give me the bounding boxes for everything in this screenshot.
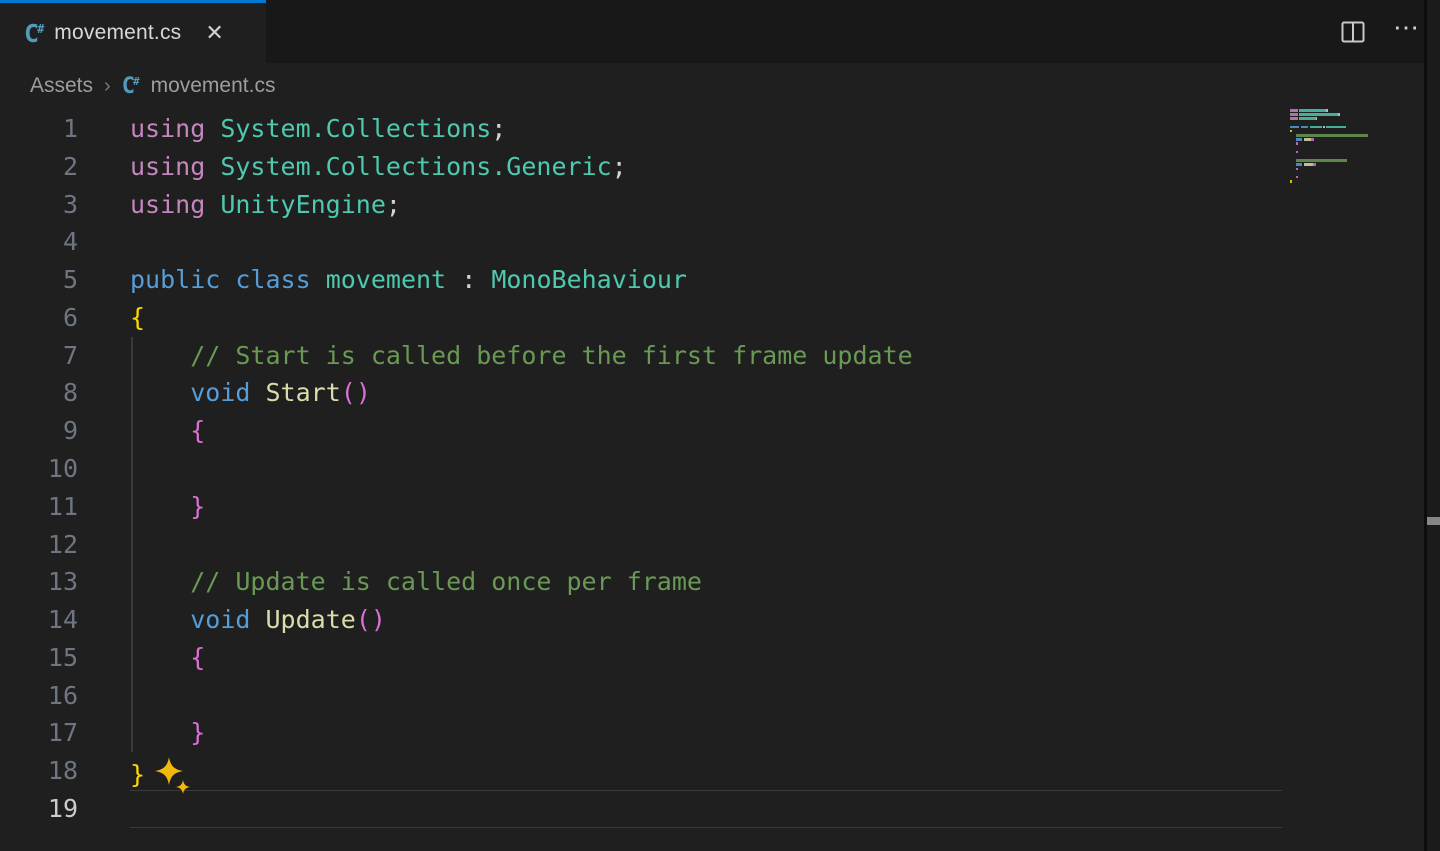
line-number: 10 [47,454,78,484]
minimap-line [1303,138,1311,141]
tab-close-icon[interactable]: ✕ [205,22,223,44]
code-line-text: { [190,416,206,446]
minimap-line [1299,113,1338,116]
code-line[interactable]: 3 using UnityEngine; [0,186,1424,224]
breadcrumb-folder[interactable]: Assets [30,74,93,98]
line-number: 11 [47,491,78,521]
minimap-line [1290,180,1292,183]
line-number: 18 [47,756,78,786]
code-line-text: void Start() [190,378,371,408]
line-number: 5 [62,265,78,295]
line-number: 1 [62,114,78,143]
minimap-line [1312,163,1316,166]
minimap-line [1299,117,1316,120]
line-number: 16 [47,680,78,710]
minimap-line [1296,150,1298,154]
code-line-text: // Start is called before the first fram… [190,340,913,370]
minimap-line [1299,109,1326,112]
minimap-line [1290,109,1298,112]
right-panel-edge [1427,0,1440,851]
code-line-text: using UnityEngine; [130,189,401,219]
minimap-line [1300,125,1308,129]
line-number: 6 [62,302,78,332]
tab-movement-cs[interactable]: C# movement.cs ✕ [0,0,266,63]
minimap-line [1323,125,1325,129]
code-line[interactable]: 8 void Start() [0,374,1424,412]
split-editor-icon[interactable] [1339,18,1367,46]
minimap-line [1290,117,1298,120]
code-line[interactable]: 18} [0,752,1424,795]
line-number: 9 [62,416,78,446]
code-line-text: { [130,302,146,332]
code-line-text: // Update is called once per frame [190,567,702,597]
code-line[interactable]: 14 void Update() [0,601,1424,639]
more-actions-icon[interactable]: ⋯ [1393,14,1422,40]
code-line[interactable]: 11 } [0,488,1424,526]
code-line[interactable]: 19 [0,790,1424,828]
minimap[interactable] [1290,109,1410,199]
minimap-line [1290,125,1299,129]
minimap-line [1296,159,1347,162]
line-number: 4 [62,227,78,257]
minimap-line [1296,175,1298,179]
minimap-line [1296,138,1302,141]
line-number: 13 [47,567,78,597]
chevron-right-icon: › [104,74,111,97]
minimap-line [1296,142,1298,146]
breadcrumb: Assets › C# movement.cs [30,63,275,109]
line-number: 15 [47,642,78,672]
code-line-text: } [190,491,206,521]
code-line[interactable]: 9 { [0,412,1424,450]
tab-bar: C# movement.cs ✕ ⋯ [0,0,1440,63]
minimap-line [1326,109,1328,112]
code-line[interactable]: 2 using System.Collections.Generic; [0,148,1424,186]
minimap-line [1296,134,1368,137]
line-number: 14 [47,605,78,635]
minimap-line [1303,163,1313,166]
code-line[interactable]: 7 // Start is called before the first fr… [0,337,1424,375]
minimap-line [1290,129,1292,133]
editor-actions: ⋯ [1339,0,1422,63]
csharp-file-icon: C# [121,73,140,99]
scrollbar-thumb[interactable] [1427,517,1440,525]
minimap-line [1326,125,1346,129]
code-line[interactable]: 10 [0,450,1424,488]
code-line[interactable]: 17 } [0,714,1424,752]
breadcrumb-file[interactable]: movement.cs [151,74,276,98]
code-line[interactable]: 5 public class movement : MonoBehaviour [0,261,1424,299]
code-line[interactable]: 13 // Update is called once per frame [0,563,1424,601]
code-editor[interactable]: 1 using System.Collections; 2 using System.… [0,110,1424,851]
code-line-text: using System.Collections; [130,114,507,143]
line-number: 8 [62,378,78,408]
code-line-text: } [190,718,206,748]
minimap-line [1338,113,1340,116]
code-line-text: public class movement : MonoBehaviour [130,265,687,295]
line-number: 3 [62,189,78,219]
line-number: 12 [47,529,78,559]
code-line[interactable]: 16 [0,677,1424,715]
line-number: 19 [47,794,78,824]
code-line[interactable]: 15 { [0,639,1424,677]
csharp-file-icon: C# [24,18,45,48]
minimap-line [1315,117,1317,120]
code-line[interactable]: 6{ [0,299,1424,337]
minimap-line [1309,125,1322,129]
code-line-text: void Update() [190,605,386,635]
minimap-line [1290,113,1298,116]
line-number: 17 [47,718,78,748]
minimap-line [1296,163,1302,166]
minimap-line [1296,167,1298,171]
line-number: 7 [62,340,78,370]
line-number: 2 [62,151,78,181]
vscode-editor-window: C# movement.cs ✕ ⋯ Assets › C# movement.… [0,0,1440,851]
code-line[interactable]: 12 [0,526,1424,564]
code-line[interactable]: 1 using System.Collections; [0,110,1424,148]
minimap-line [1311,138,1314,141]
code-line[interactable]: 4 [0,223,1424,261]
tab-label: movement.cs [54,21,182,44]
code-line-text: using System.Collections.Generic; [130,151,627,181]
code-line-text: { [190,642,206,672]
